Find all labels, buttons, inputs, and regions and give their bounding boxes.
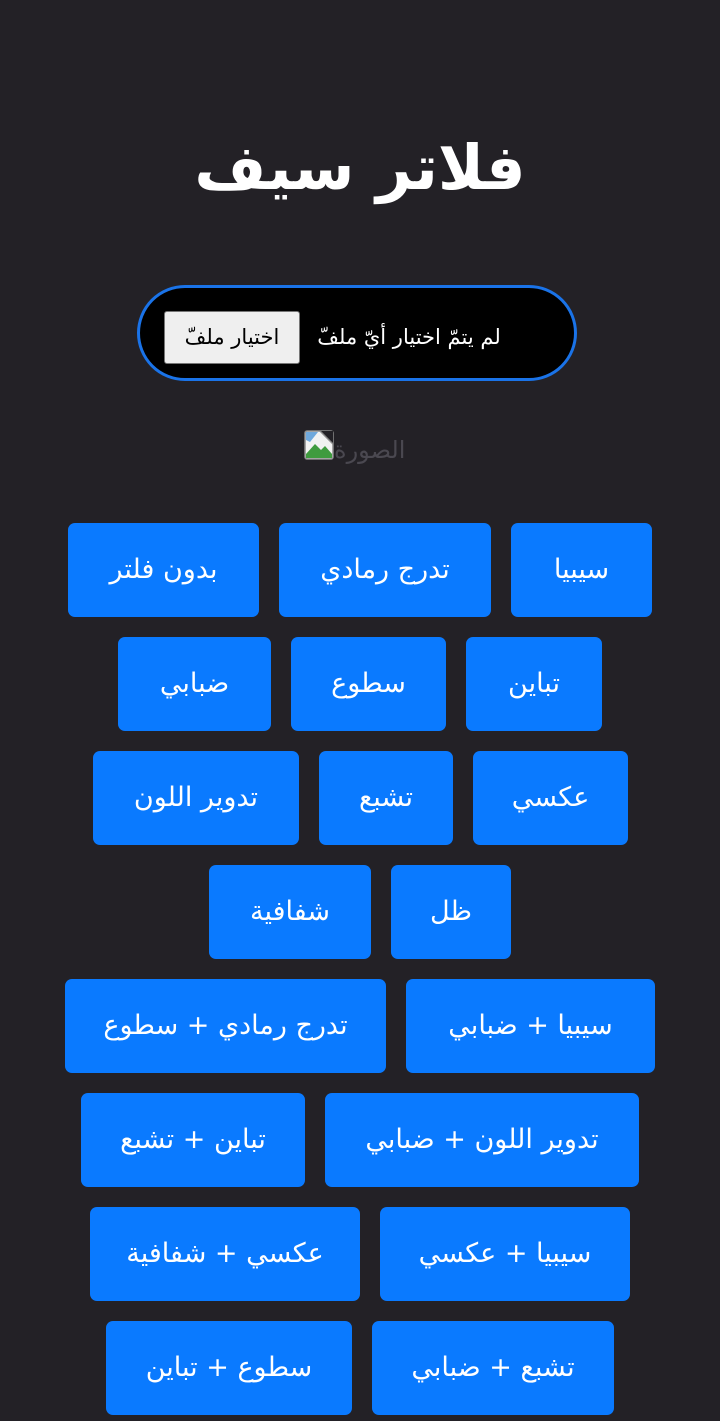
filter-opacity-button[interactable]: شفافية [209, 865, 371, 959]
image-alt-text: الصورة [334, 436, 406, 464]
filter-saturate-blur-button[interactable]: تشبع + ضبابي [372, 1321, 614, 1415]
filter-sepia-button[interactable]: سيبيا [511, 523, 652, 617]
filter-shadow-button[interactable]: ظل [391, 865, 511, 959]
filter-brightness-button[interactable]: سطوع [291, 637, 446, 731]
filter-grayscale-button[interactable]: تدرج رمادي [279, 523, 491, 617]
filter-none-button[interactable]: بدون فلتر [68, 523, 259, 617]
choose-file-button[interactable]: اختيار ملفّ [164, 311, 300, 364]
filter-invert-button[interactable]: عكسي [473, 751, 628, 845]
filter-sepia-blur-button[interactable]: سيبيا + ضبابي [406, 979, 655, 1073]
filter-brightness-contrast-button[interactable]: سطوع + تباين [106, 1321, 352, 1415]
filter-grayscale-brightness-button[interactable]: تدرج رمادي + سطوع [65, 979, 386, 1073]
page: فلاتر سيف لم يتمّ اختيار أيّ ملفّ اختيار… [0, 0, 720, 1421]
broken-image-icon [304, 430, 334, 460]
filter-saturate-button[interactable]: تشبع [319, 751, 453, 845]
filter-blur-button[interactable]: ضبابي [118, 637, 271, 731]
filter-contrast-saturate-button[interactable]: تباين + تشبع [81, 1093, 305, 1187]
filter-sepia-invert-button[interactable]: سيبيا + عكسي [380, 1207, 630, 1301]
filter-contrast-button[interactable]: تباين [466, 637, 602, 731]
image-preview: الصورة [300, 428, 420, 472]
filter-hue-rotate-button[interactable]: تدوير اللون [93, 751, 299, 845]
filter-invert-opacity-button[interactable]: عكسي + شفافية [90, 1207, 360, 1301]
page-title: فلاتر سيف [194, 131, 526, 204]
filter-hue-blur-button[interactable]: تدوير اللون + ضبابي [325, 1093, 639, 1187]
file-status-text: لم يتمّ اختيار أيّ ملفّ [317, 325, 501, 349]
file-upload-box: لم يتمّ اختيار أيّ ملفّ اختيار ملفّ [137, 285, 577, 381]
